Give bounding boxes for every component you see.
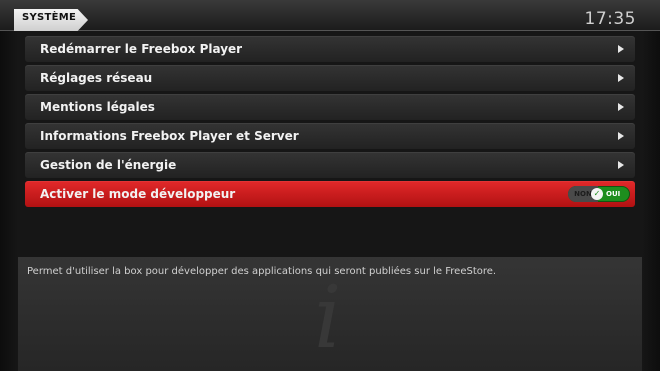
clock: 17:35 [584, 9, 636, 29]
menu-item-power-management[interactable]: Gestion de l'énergie [25, 152, 635, 178]
info-icon: i [314, 268, 342, 368]
menu-item-network-settings[interactable]: Réglages réseau [25, 65, 635, 91]
menu-item-label: Mentions légales [40, 100, 155, 114]
menu-item-label: Réglages réseau [40, 71, 153, 85]
menu-item-label: Gestion de l'énergie [40, 158, 177, 172]
chevron-right-icon [618, 103, 624, 111]
top-bar-divider [0, 30, 660, 31]
menu-item-label: Redémarrer le Freebox Player [40, 42, 243, 56]
info-panel: Permet d'utiliser la box pour développer… [18, 257, 642, 371]
menu-item-label: Informations Freebox Player et Server [40, 129, 299, 143]
chevron-right-icon [618, 45, 624, 53]
chevron-right-icon [618, 74, 624, 82]
top-bar [0, 0, 660, 30]
info-description: Permet d'utiliser la box pour développer… [27, 266, 497, 277]
check-icon: ✓ [591, 188, 603, 200]
menu-item-label: Activer le mode développeur [40, 187, 236, 201]
toggle-on-label: OUI [606, 190, 621, 198]
chevron-right-icon [618, 132, 624, 140]
section-title: SYSTÈME [22, 12, 77, 23]
settings-menu: Redémarrer le Freebox Player Réglages ré… [25, 36, 635, 210]
menu-item-player-server-info[interactable]: Informations Freebox Player et Server [25, 123, 635, 149]
right-shade [642, 30, 660, 371]
menu-item-developer-mode[interactable]: Activer le mode développeur NON ✓ OUI [25, 181, 635, 207]
chevron-right-icon [618, 161, 624, 169]
left-shade [0, 30, 18, 371]
menu-item-legal-notices[interactable]: Mentions légales [25, 94, 635, 120]
developer-mode-toggle[interactable]: NON ✓ OUI [568, 186, 630, 202]
menu-item-restart-player[interactable]: Redémarrer le Freebox Player [25, 36, 635, 62]
